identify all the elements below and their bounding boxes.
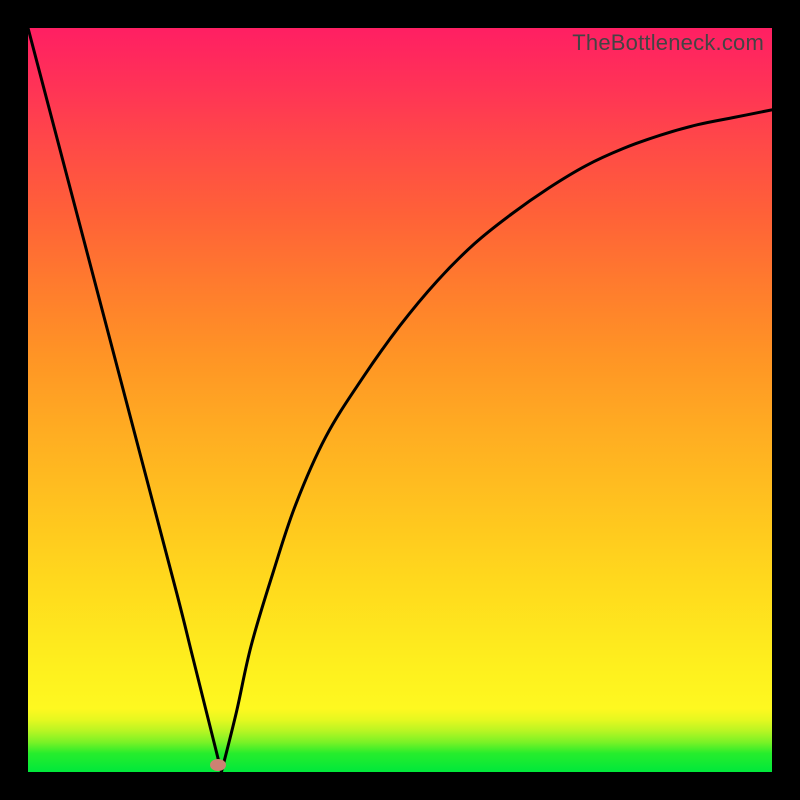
curve-svg (28, 28, 772, 772)
plot-area: TheBottleneck.com (28, 28, 772, 772)
bottleneck-curve-path (28, 28, 772, 772)
optimal-point-marker (210, 759, 226, 771)
chart-frame: TheBottleneck.com (0, 0, 800, 800)
watermark-text: TheBottleneck.com (572, 30, 764, 56)
